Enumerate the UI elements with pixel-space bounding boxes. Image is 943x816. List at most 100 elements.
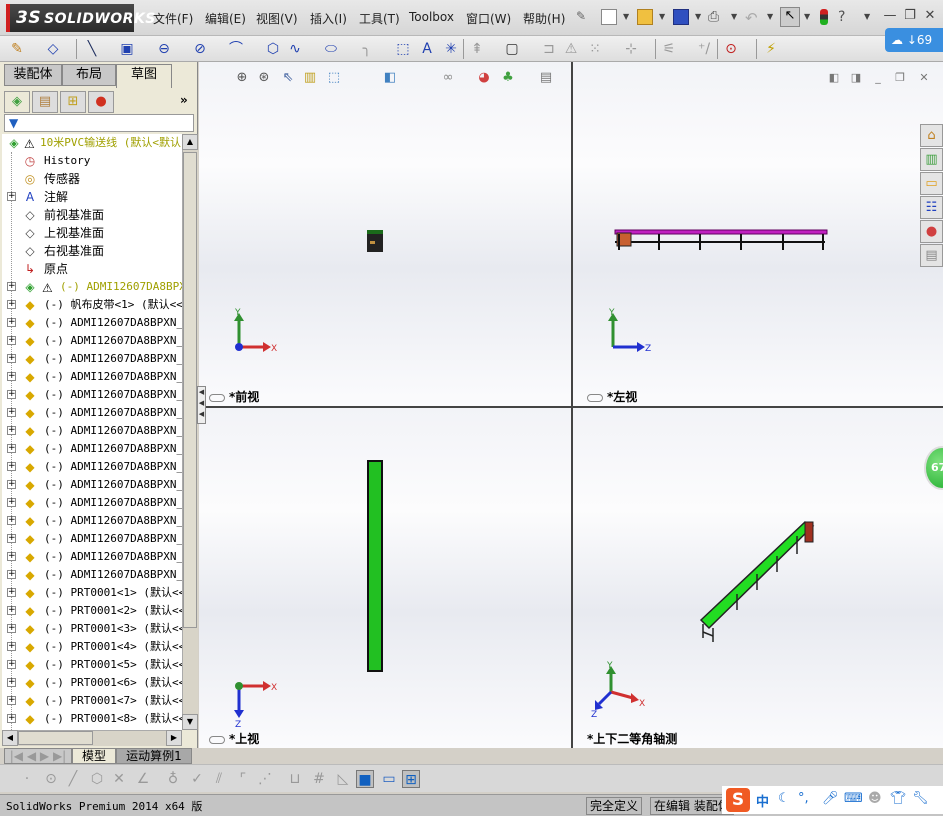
parallel-icon[interactable]: ⫽ [210,770,228,788]
instant2d-icon[interactable]: ⚡ [762,40,780,58]
expand-toggle[interactable]: + [7,354,16,363]
trim-icon[interactable]: ⇞ [468,40,486,58]
rectangle-icon[interactable]: ▣ [118,40,136,58]
menu-insert[interactable]: 插入(I) [310,10,347,27]
save-icon[interactable] [673,9,689,25]
cloud-sync-badge[interactable]: ☁ ↓69 [885,28,943,52]
design-library-icon[interactable]: ▥ [920,148,943,171]
solidworks-resources-icon[interactable]: ⌂ [920,124,943,147]
tile-left-icon[interactable]: ◧ [827,72,841,86]
restore-icon[interactable]: ❐ [893,72,907,86]
tree-item[interactable]: + ◆ (-) PRT0001<7> (默认<<默 [2,692,182,710]
restore-icon[interactable]: ❐ [902,8,918,24]
view-palette-icon[interactable]: ☷ [920,196,943,219]
viewport-front[interactable]: ⊕ ⊛ ⇖ ▥ ⬚ ◧ ∞ ◕ ♣ ▤ Y X *前视 [199,62,571,406]
conveyor-side-model[interactable] [611,226,831,256]
save-dropdown[interactable]: ▼ [695,12,701,21]
zoom-to-fit-icon[interactable]: ⊕ [233,69,251,87]
expand-toggle[interactable]: + [7,498,16,507]
appearances-icon[interactable]: ● [920,220,943,243]
tab-sketch[interactable]: 草图 [116,64,172,88]
tree-item[interactable]: + ◆ (-) ADMI12607DA8BPXN_2< [2,548,182,566]
tree-item[interactable]: + ◆ (-) PRT0001<4> (默认<<默 [2,638,182,656]
microphone-icon[interactable]: 🎤︎ [822,791,839,806]
expand-toggle[interactable]: + [7,552,16,561]
minimize-icon[interactable]: — [882,8,898,24]
tree-hscroll-thumb[interactable] [18,731,93,745]
tree-item[interactable]: + ◆ (-) ADMI12607DA8BPXN_2< [2,386,182,404]
expand-toggle[interactable]: + [7,192,16,201]
line-icon[interactable]: ╱ [64,770,82,788]
tree-item[interactable]: ◇ 前视基准面 [2,206,182,224]
filter-box[interactable]: ▼ [4,114,194,132]
circle-icon[interactable]: ⊙ [42,770,60,788]
tree-item[interactable]: + ◆ (-) ADMI12607DA8BPXN_2< [2,332,182,350]
tangent-icon[interactable]: ♁ [164,770,182,788]
pin-icon[interactable]: ✎ [576,9,592,25]
expand-toggle[interactable]: + [7,624,16,633]
corner-icon[interactable]: ⌜ [234,770,252,788]
tree-item[interactable]: + ◆ (-) PRT0001<3> (默认<<默 [2,620,182,638]
expand-toggle[interactable]: + [7,390,16,399]
tree-item[interactable]: + ◈ ⚠ (-) ADMI12607DA8BPXN_ [2,278,182,296]
expand-toggle[interactable]: + [7,696,16,705]
menu-file[interactable]: 文件(F) [153,10,193,27]
cross-icon[interactable]: ✕ [110,770,128,788]
expand-toggle[interactable]: + [7,660,16,669]
propertymanager-icon[interactable]: ▤ [32,91,58,113]
viewport-left[interactable]: ◧ ◨ _ ❐ ✕ Y Z *左视 [573,62,943,406]
sketch-icon[interactable]: ✎ [8,40,26,58]
tile-right-icon[interactable]: ◨ [849,72,863,86]
file-explorer-icon[interactable]: ▭ [920,172,943,195]
fillet-icon[interactable]: ╮ [358,40,376,58]
select-dropdown[interactable]: ▼ [804,12,810,21]
help-dropdown[interactable]: ▼ [864,12,870,21]
expand-toggle[interactable]: + [7,372,16,381]
tree-item[interactable]: + ◆ (-) ADMI12607DA8BPXN_2< [2,494,182,512]
viewport-divider-vertical[interactable] [571,62,573,748]
minimize-icon[interactable]: _ [871,72,885,86]
slot-icon[interactable]: ⊖ [155,40,173,58]
expand-toggle[interactable]: + [7,462,16,471]
tree-item[interactable]: + ◆ (-) ADMI12607DA8BPXN_2< [2,476,182,494]
tree-item[interactable]: + ◆ (-) ADMI12607DA8BPXN_2< [2,440,182,458]
sogou-logo[interactable]: S [726,788,750,812]
skin-icon[interactable]: 👕︎ [890,791,907,806]
window-icon[interactable]: ▭ [380,770,398,788]
edit-appearance-icon[interactable]: ◕ [475,69,493,87]
expand-toggle[interactable]: + [7,534,16,543]
tree-item[interactable]: + ◆ (-) ADMI12607DA8BPXN_2< [2,350,182,368]
ellipse-icon[interactable]: ⬭ [322,40,340,58]
mirror-icon[interactable]: ⚠ [562,40,580,58]
tree-item[interactable]: + ◆ (-) PRT0001<8> (默认<<默 [2,710,182,728]
text-icon[interactable]: A [418,40,436,58]
help-icon[interactable]: ? [838,9,854,25]
close-icon[interactable]: ✕ [922,8,938,24]
punctuation-icon[interactable]: °, [798,791,809,806]
open-icon[interactable] [637,9,653,25]
new-dropdown[interactable]: ▼ [623,12,629,21]
expand-toggle[interactable]: + [7,282,16,291]
ime-mode[interactable]: 中 [756,791,769,810]
section-view-icon[interactable]: ▥ [301,69,319,87]
tree-item[interactable]: + ◆ (-) PRT0001<5> (默认<<默 [2,656,182,674]
tree-item[interactable]: + ◆ (-) ADMI12607DA8BPXN_2< [2,512,182,530]
more-tabs-button[interactable]: » [180,93,188,107]
viewport-divider-horizontal[interactable] [199,406,943,408]
polygon-icon[interactable]: ⬡ [264,40,282,58]
tree-item[interactable]: + ◆ (-) ADMI12607DA8BPXN_2< [2,458,182,476]
expand-toggle[interactable]: + [7,336,16,345]
undo-dropdown[interactable]: ▼ [767,12,773,21]
dimension-icon[interactable]: ⊔ [286,770,304,788]
link-views-icon[interactable] [209,393,225,402]
tile-icon[interactable]: ⊞ [402,770,420,788]
menu-edit[interactable]: 编辑(E) [205,10,246,27]
solidworks-logo[interactable]: 3S SOLIDWORKS [6,4,155,32]
menu-tools[interactable]: 工具(T) [359,10,400,27]
tree-item[interactable]: + ◆ (-) ADMI12607DA8BPXN_2< [2,404,182,422]
undo-icon[interactable]: ↶ [745,9,761,27]
view-orientation-icon[interactable]: ⬚ [325,69,343,87]
scroll-left-button[interactable]: ◀ [2,730,18,746]
tab-assembly[interactable]: 装配体 [4,64,62,86]
rebuild-traffic-light-icon[interactable] [820,9,828,25]
